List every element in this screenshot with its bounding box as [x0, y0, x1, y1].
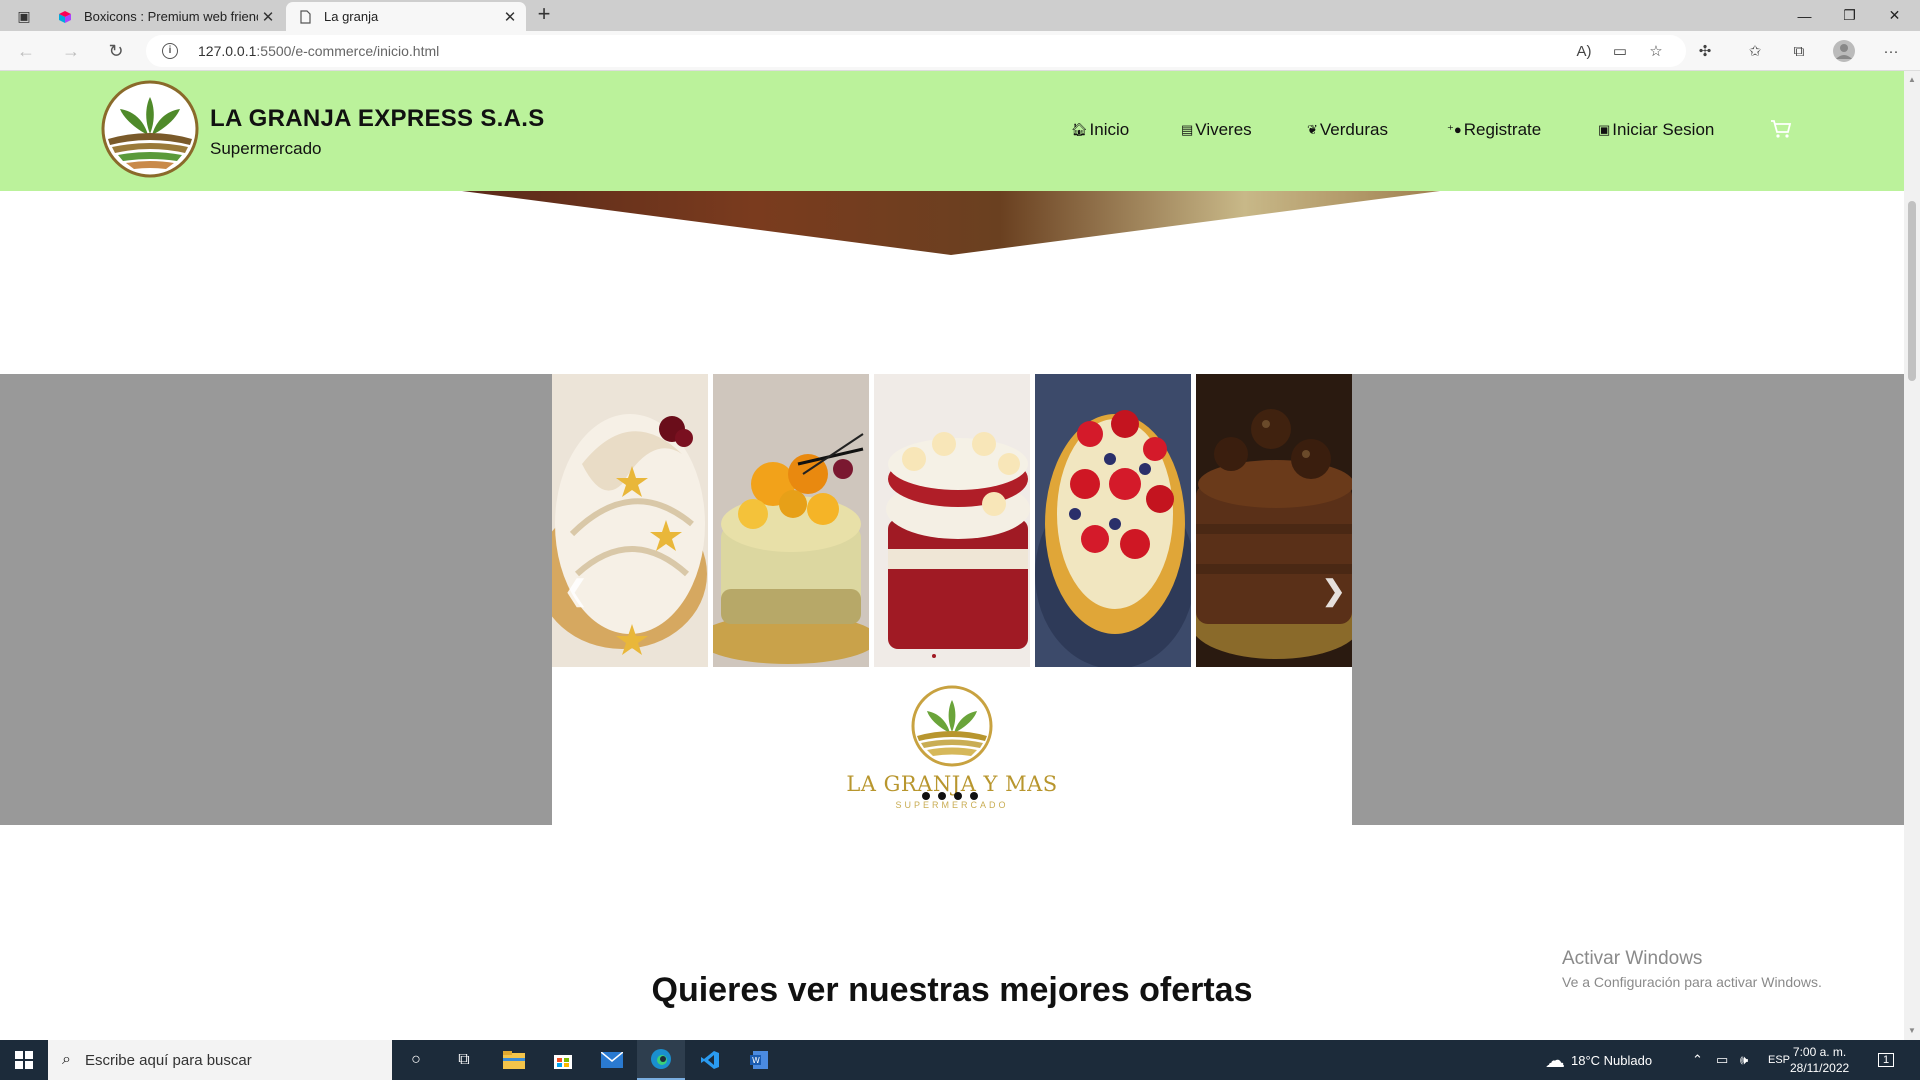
slide-logo-emblem-icon: [911, 685, 993, 767]
vscode-icon[interactable]: [686, 1040, 734, 1080]
brand-title: LA GRANJA EXPRESS S.A.S: [210, 105, 545, 132]
user-plus-icon: ⁺●: [1447, 122, 1462, 137]
profile-avatar-icon[interactable]: [1833, 40, 1855, 62]
collections-icon[interactable]: ⧉: [1788, 40, 1810, 62]
page-favicon-icon: [300, 9, 311, 24]
cart-icon[interactable]: [1770, 119, 1792, 145]
cake-image-strawberry-tart: [1035, 374, 1191, 667]
close-window-button[interactable]: ✕: [1872, 0, 1917, 31]
windows-taskbar: ⌕ Escribe aquí para buscar ○ ⧉ W ☁ 18°C …: [0, 1040, 1920, 1080]
carousel-prev-button[interactable]: ❮: [564, 574, 587, 607]
taskbar-search-box[interactable]: ⌕ Escribe aquí para buscar: [48, 1040, 392, 1080]
browser-toolbar: ← → ↻ i 127.0.0.1:5500/e-commerce/inicio…: [0, 31, 1920, 71]
minimize-button[interactable]: —: [1782, 0, 1827, 31]
browser-tab-bar: ▣ Boxicons : Premium web friendly ✕ La g…: [0, 0, 1920, 31]
carousel-dot[interactable]: [970, 792, 978, 800]
volume-icon[interactable]: 🕪︎: [1740, 1040, 1748, 1080]
close-tab-icon[interactable]: ✕: [258, 8, 278, 26]
slide-logo-subtitle: SUPERMERCADO: [895, 800, 1009, 810]
tab-actions-icon[interactable]: ▣: [14, 6, 34, 26]
address-bar[interactable]: i 127.0.0.1:5500/e-commerce/inicio.html: [146, 35, 1686, 67]
nav-registrate[interactable]: ⁺● Registrate: [1447, 120, 1541, 140]
home-icon: 🏠︎: [1071, 122, 1088, 137]
carousel-dot[interactable]: [954, 792, 962, 800]
carousel-slide: ❮ ❯ LA GRANJA Y MAS SUPERMERCADO: [552, 374, 1352, 825]
site-info-icon[interactable]: i: [162, 43, 178, 59]
restore-button[interactable]: ❐: [1827, 0, 1872, 31]
input-language[interactable]: ESP: [1768, 1040, 1790, 1080]
edge-browser-icon[interactable]: [637, 1040, 685, 1080]
address-url[interactable]: 127.0.0.1:5500/e-commerce/inicio.html: [198, 43, 439, 59]
search-icon: ⌕: [62, 1051, 71, 1068]
svg-text:W: W: [752, 1056, 760, 1065]
new-tab-button[interactable]: +: [533, 3, 555, 26]
back-icon[interactable]: ←: [14, 39, 38, 63]
forward-icon[interactable]: →: [59, 39, 83, 63]
file-explorer-icon[interactable]: [490, 1040, 538, 1080]
carousel-next-button[interactable]: ❯: [1322, 574, 1345, 607]
word-icon[interactable]: W: [735, 1040, 783, 1080]
user-card-icon: ▣: [1598, 122, 1611, 137]
boxicons-favicon-icon: [59, 10, 71, 23]
scroll-down-icon[interactable]: ▼: [1907, 1026, 1917, 1036]
hero-image: [462, 191, 1440, 255]
windows-logo-icon: [15, 1051, 33, 1069]
cake-image-fruit-cheesecake: [713, 374, 869, 667]
nav-inicio[interactable]: 🏠︎ Inicio: [1071, 120, 1129, 140]
favorites-icon[interactable]: ✩: [1744, 40, 1766, 62]
add-favorite-icon[interactable]: ☆: [1645, 40, 1667, 62]
scroll-up-icon[interactable]: ▲: [1907, 75, 1917, 85]
site-header: LA GRANJA EXPRESS S.A.S Supermercado 🏠︎ I…: [0, 71, 1904, 191]
carousel-dots: [922, 792, 978, 800]
weather-widget[interactable]: ☁ 18°C Nublado: [1545, 1040, 1652, 1080]
nav-viveres[interactable]: ▤ Viveres: [1181, 120, 1252, 140]
leaf-icon: ❦: [1307, 122, 1318, 137]
read-aloud-icon[interactable]: A): [1573, 40, 1595, 62]
cortana-icon[interactable]: ○: [392, 1040, 440, 1080]
nav-iniciar-sesion[interactable]: ▣ Iniciar Sesion: [1598, 120, 1714, 140]
nav-verduras[interactable]: ❦ Verduras: [1307, 120, 1388, 140]
cake-image-meringue: [552, 374, 708, 667]
cake-image-red-velvet: [874, 374, 1030, 667]
tab-boxicons[interactable]: Boxicons : Premium web friendly ✕: [46, 2, 284, 31]
extensions-icon[interactable]: ✣: [1694, 40, 1716, 62]
brand-subtitle: Supermercado: [210, 139, 322, 158]
page-scrollbar[interactable]: ▲ ▼: [1904, 71, 1920, 1040]
cake-image-chocolate: [1196, 374, 1352, 667]
la-granja-logo[interactable]: [100, 79, 200, 179]
activate-windows-watermark: Activar Windows Ve a Configuración para …: [1562, 948, 1822, 990]
start-button[interactable]: [0, 1040, 48, 1080]
tab-title: La granja: [324, 9, 379, 24]
scrollbar-thumb[interactable]: [1908, 201, 1916, 381]
page-viewport: LA GRANJA EXPRESS S.A.S Supermercado 🏠︎ I…: [0, 71, 1904, 1040]
store-app-icon[interactable]: [539, 1040, 587, 1080]
carousel-dot[interactable]: [922, 792, 930, 800]
task-view-icon[interactable]: ⧉: [440, 1040, 488, 1080]
carousel-dot[interactable]: [938, 792, 946, 800]
search-placeholder: Escribe aquí para buscar: [84, 1051, 252, 1069]
cloud-icon: ☁: [1545, 1049, 1565, 1072]
settings-more-icon[interactable]: ···: [1880, 40, 1902, 62]
immersive-reader-icon[interactable]: ▭: [1609, 40, 1631, 62]
show-hidden-icons-icon[interactable]: ⌃: [1692, 1040, 1703, 1080]
tab-title: Boxicons : Premium web friendly: [84, 9, 258, 24]
reload-icon[interactable]: ↻: [104, 39, 128, 63]
store-icon: ▤: [1181, 122, 1194, 137]
close-tab-icon[interactable]: ✕: [500, 8, 520, 26]
clock[interactable]: 7:00 a. m. 28/11/2022: [1790, 1044, 1849, 1076]
tab-la-granja[interactable]: La granja ✕: [286, 2, 526, 31]
mail-icon[interactable]: [588, 1040, 636, 1080]
network-icon[interactable]: ▭: [1716, 1040, 1728, 1080]
notifications-icon[interactable]: 1: [1878, 1040, 1895, 1080]
